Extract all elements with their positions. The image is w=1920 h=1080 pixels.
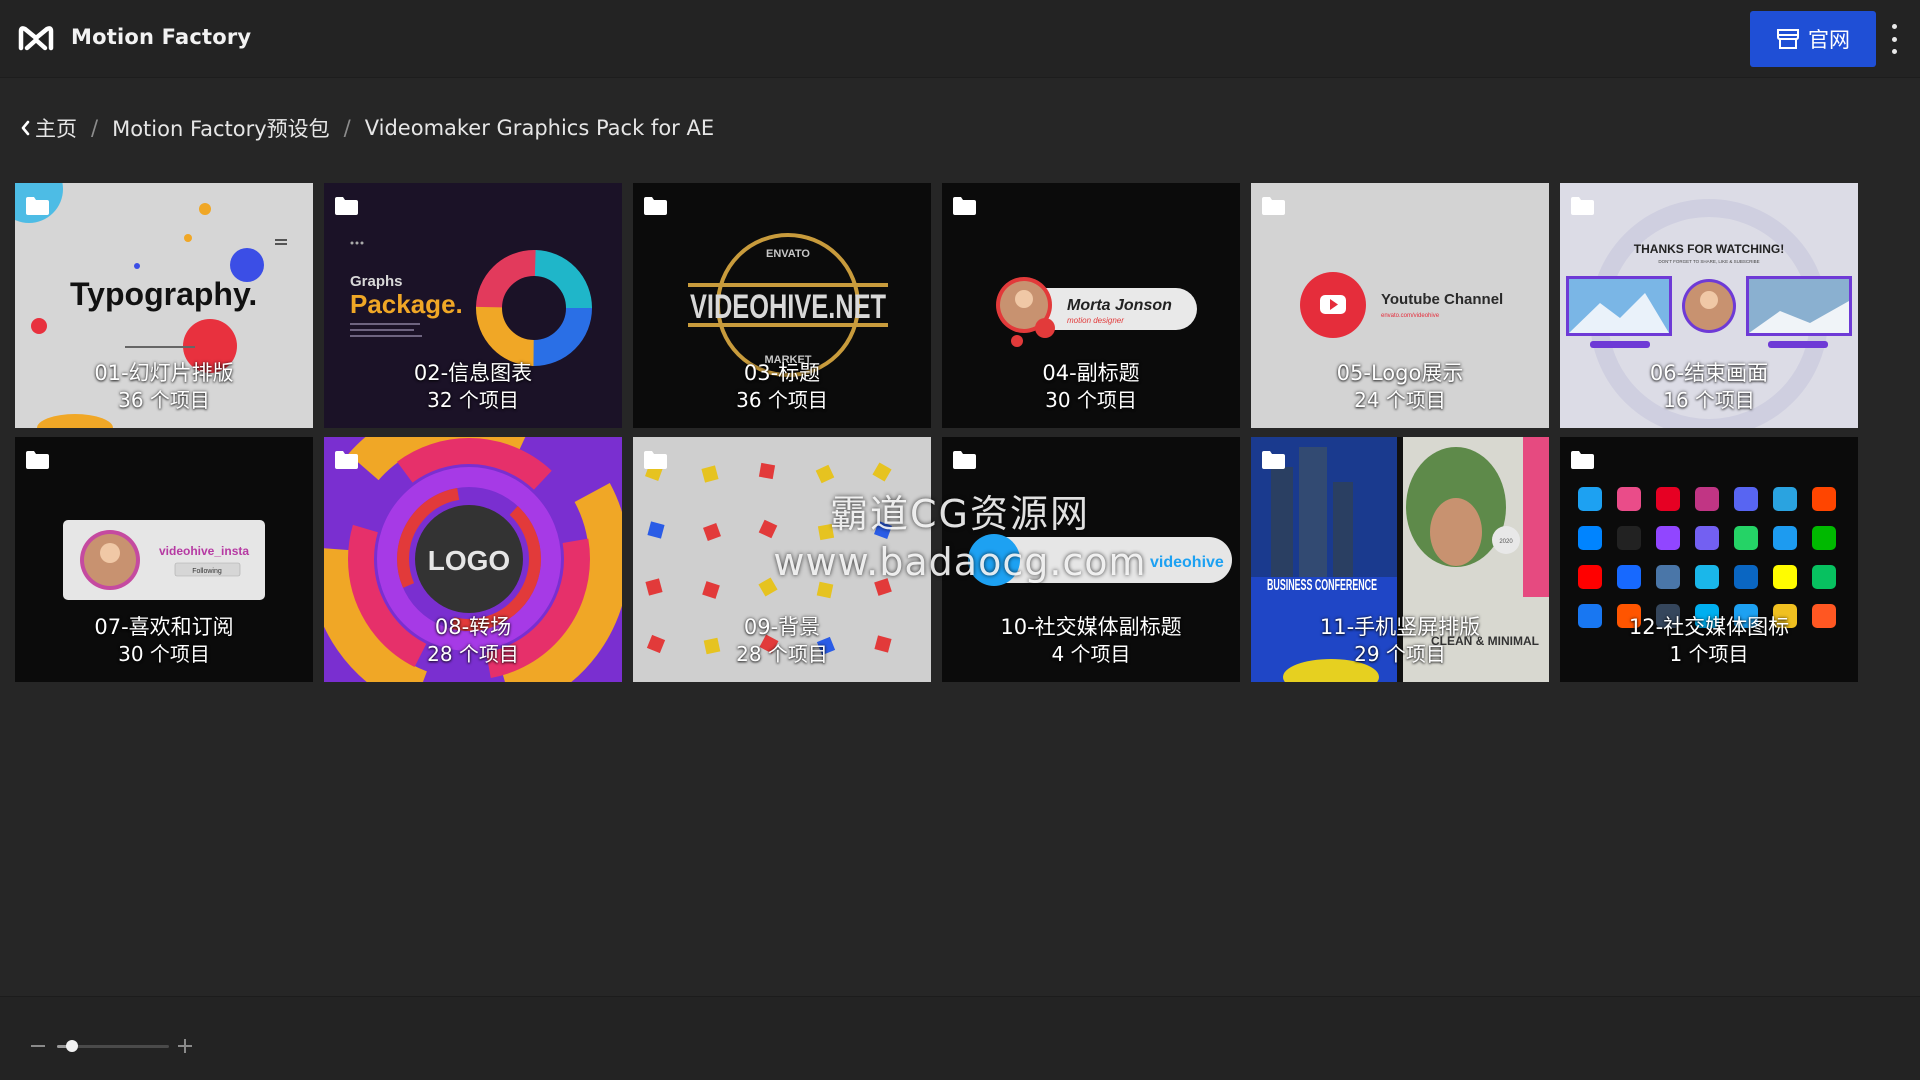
motion-factory-logo-icon[interactable] bbox=[16, 22, 56, 54]
breadcrumb-home[interactable]: 主页 bbox=[35, 113, 77, 143]
folder-name: 11-手机竖屏排版 bbox=[1319, 615, 1481, 639]
thumb-thanks-text: THANKS FOR WATCHING! bbox=[1634, 242, 1784, 256]
folder-icon bbox=[26, 451, 49, 469]
folder-caption: 07-喜欢和订阅 30 个项目 bbox=[15, 614, 313, 668]
chevron-left-icon[interactable] bbox=[20, 120, 30, 136]
folder-icon bbox=[1262, 451, 1285, 469]
breadcrumb-current: Videomaker Graphics Pack for AE bbox=[364, 116, 715, 140]
zoom-out-icon[interactable] bbox=[31, 1045, 45, 1047]
folder-caption: 03-标题 36 个项目 bbox=[633, 360, 931, 414]
folder-card-social-icons[interactable]: 12-社交媒体图标 1 个项目 bbox=[1560, 437, 1858, 682]
thumb-package-text: Package. bbox=[350, 289, 463, 319]
folder-card-vertical-layouts[interactable]: BUSINESS CONFERENCE 2020 CLEAN & MINIMAL… bbox=[1251, 437, 1549, 682]
thumb-role-text: motion designer bbox=[1067, 316, 1124, 325]
thumb-graphs-text: Graphs bbox=[350, 273, 403, 290]
folder-card-backgrounds[interactable]: 09-背景 28 个项目 bbox=[633, 437, 931, 682]
folder-item-count: 24 个项目 bbox=[1354, 388, 1446, 412]
thumb-channel-text: Youtube Channel bbox=[1381, 291, 1503, 308]
folder-item-count: 28 个项目 bbox=[736, 642, 828, 666]
zoom-in-icon[interactable] bbox=[178, 1039, 192, 1053]
thumb-conference-text: BUSINESS CONFERENCE bbox=[1267, 577, 1377, 594]
folder-icon bbox=[26, 197, 49, 215]
bottom-bar bbox=[0, 996, 1920, 1080]
breadcrumb-separator: / bbox=[343, 116, 351, 140]
folder-card-subtitles[interactable]: Morta Jonson motion designer 04-副标题 30 个… bbox=[942, 183, 1240, 428]
folder-caption: 02-信息图表 32 个项目 bbox=[324, 360, 622, 414]
folder-item-count: 36 个项目 bbox=[736, 388, 828, 412]
breadcrumb-separator: / bbox=[91, 116, 99, 140]
folder-card-slideshow[interactable]: Typography. 01-幻灯片排版 36 个项目 bbox=[15, 183, 313, 428]
folder-name: 04-副标题 bbox=[1042, 361, 1140, 385]
folder-name: 06-结束画面 bbox=[1649, 361, 1769, 385]
folder-icon bbox=[335, 197, 358, 215]
thumb-year-text: 2020 bbox=[1499, 539, 1513, 545]
folder-grid: Typography. 01-幻灯片排版 36 个项目 Graphs Packa… bbox=[15, 183, 1858, 682]
folder-caption: 10-社交媒体副标题 4 个项目 bbox=[942, 614, 1240, 668]
more-options-icon[interactable] bbox=[1886, 24, 1902, 54]
folder-icon bbox=[644, 197, 667, 215]
folder-caption: 09-背景 28 个项目 bbox=[633, 614, 931, 668]
folder-card-social-subtitles[interactable]: videohive 10-社交媒体副标题 4 个项目 bbox=[942, 437, 1240, 682]
folder-name: 03-标题 bbox=[743, 361, 821, 385]
folder-icon bbox=[953, 451, 976, 469]
folder-card-infographics[interactable]: Graphs Package. 02-信息图表 32 个项目 bbox=[324, 183, 622, 428]
folder-name: 07-喜欢和订阅 bbox=[94, 615, 234, 639]
storefront-icon bbox=[1777, 29, 1799, 49]
folder-caption: 08-转场 28 个项目 bbox=[324, 614, 622, 668]
app-title: Motion Factory bbox=[71, 25, 252, 49]
folder-item-count: 30 个项目 bbox=[1045, 388, 1137, 412]
folder-name: 12-社交媒体图标 bbox=[1628, 615, 1790, 639]
folder-icon bbox=[953, 197, 976, 215]
folder-name: 08-转场 bbox=[434, 615, 512, 639]
folder-name: 01-幻灯片排版 bbox=[94, 361, 234, 385]
thumb-channel-url: envato.com/videohive bbox=[1381, 313, 1440, 319]
official-site-button[interactable]: 官网 bbox=[1750, 11, 1876, 67]
breadcrumb: 主页 / Motion Factory预设包 / Videomaker Grap… bbox=[20, 113, 714, 143]
zoom-slider-handle[interactable] bbox=[65, 1040, 78, 1052]
folder-icon bbox=[644, 451, 667, 469]
thumb-handle-text: videohive bbox=[1150, 554, 1224, 571]
folder-caption: 05-Logo展示 24 个项目 bbox=[1251, 360, 1549, 414]
thumb-logo-text: LOGO bbox=[428, 545, 510, 576]
folder-card-end-screen[interactable]: THANKS FOR WATCHING! DON'T FORGET TO SHA… bbox=[1560, 183, 1858, 428]
thumb-insta-handle: videohive_insta bbox=[159, 544, 249, 558]
thumb-thanks-sub: DON'T FORGET TO SHARE, LIKE & SUBSCRIBE bbox=[1658, 259, 1759, 264]
folder-caption: 06-结束画面 16 个项目 bbox=[1560, 360, 1858, 414]
thumb-videohive-text: VIDEOHIVE.NET bbox=[690, 288, 886, 326]
folder-icon bbox=[1262, 197, 1285, 215]
thumb-envato-text: ENVATO bbox=[766, 248, 810, 260]
folder-caption: 11-手机竖屏排版 29 个项目 bbox=[1251, 614, 1549, 668]
folder-caption: 12-社交媒体图标 1 个项目 bbox=[1560, 614, 1858, 668]
thumb-name-text: Morta Jonson bbox=[1067, 297, 1172, 314]
folder-icon bbox=[335, 451, 358, 469]
thumb-following-text: Following bbox=[192, 568, 222, 575]
folder-item-count: 16 个项目 bbox=[1663, 388, 1755, 412]
folder-icon bbox=[1571, 451, 1594, 469]
folder-icon bbox=[1571, 197, 1594, 215]
folder-card-like-subscribe[interactable]: videohive_insta Following 07-喜欢和订阅 30 个项… bbox=[15, 437, 313, 682]
folder-caption: 04-副标题 30 个项目 bbox=[942, 360, 1240, 414]
folder-name: 10-社交媒体副标题 bbox=[1000, 615, 1182, 639]
folder-item-count: 32 个项目 bbox=[427, 388, 519, 412]
folder-card-logo-reveal[interactable]: Youtube Channel envato.com/videohive 05-… bbox=[1251, 183, 1549, 428]
folder-card-titles[interactable]: ENVATO VIDEOHIVE.NET MARKET 03-标题 36 个项目 bbox=[633, 183, 931, 428]
folder-name: 09-背景 bbox=[743, 615, 821, 639]
folder-item-count: 30 个项目 bbox=[118, 642, 210, 666]
folder-item-count: 4 个项目 bbox=[1051, 642, 1131, 666]
top-bar: Motion Factory 官网 bbox=[0, 0, 1920, 78]
folder-item-count: 29 个项目 bbox=[1354, 642, 1446, 666]
folder-caption: 01-幻灯片排版 36 个项目 bbox=[15, 360, 313, 414]
folder-item-count: 28 个项目 bbox=[427, 642, 519, 666]
folder-name: 05-Logo展示 bbox=[1336, 361, 1464, 385]
folder-card-transitions[interactable]: LOGO 08-转场 28 个项目 bbox=[324, 437, 622, 682]
official-site-label: 官网 bbox=[1808, 28, 1850, 52]
thumb-typography-text: Typography. bbox=[70, 276, 257, 312]
folder-item-count: 36 个项目 bbox=[118, 388, 210, 412]
breadcrumb-preset-pack[interactable]: Motion Factory预设包 bbox=[112, 113, 330, 143]
folder-item-count: 1 个项目 bbox=[1669, 642, 1749, 666]
folder-name: 02-信息图表 bbox=[413, 361, 533, 385]
